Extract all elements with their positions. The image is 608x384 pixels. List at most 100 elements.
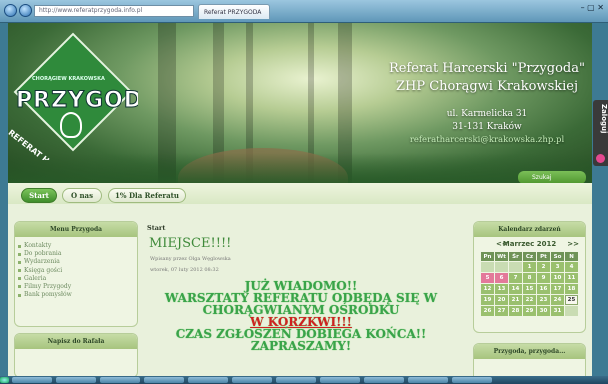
taskbar-item[interactable]: [100, 377, 140, 383]
nav-start[interactable]: Start: [21, 188, 57, 203]
calendar-next[interactable]: >>: [567, 237, 579, 251]
calendar-day[interactable]: 24: [551, 295, 564, 305]
post-author: Wpisany przez Olga Węglowska: [150, 256, 231, 262]
calendar-weekday: Wt: [495, 252, 508, 261]
taskbar-item[interactable]: [144, 377, 184, 383]
calendar-day[interactable]: 23: [537, 295, 550, 305]
calendar-day[interactable]: 30: [537, 306, 550, 316]
calendar-day[interactable]: 22: [523, 295, 536, 305]
back-icon[interactable]: [4, 4, 17, 17]
logo-wordmark: PRZYGODA: [16, 88, 139, 114]
post-title[interactable]: MIEJSCE!!!!: [149, 236, 231, 251]
taskbar-item[interactable]: [364, 377, 404, 383]
calendar-box-title: Kalendarz zdarzeń: [474, 222, 585, 237]
calendar-grid: Pn Wt Śr Cz Pt So N 1 2 3 4 5 6 7 8 9 10 11 12 13 14 15 16 17 1…: [480, 251, 579, 317]
calendar-weekday: Pt: [537, 252, 550, 261]
calendar-day[interactable]: 25: [565, 295, 578, 305]
calendar-day[interactable]: 14: [509, 284, 522, 294]
menu-list: Kontakty Do pobrania Wydarzenia Księga g…: [15, 237, 137, 299]
calendar-weekday: Śr: [509, 252, 522, 261]
calendar-day[interactable]: 27: [495, 306, 508, 316]
taskbar-item[interactable]: [452, 377, 492, 383]
start-orb-icon[interactable]: [0, 377, 9, 383]
calendar-empty: [481, 262, 494, 272]
calendar-weekday: So: [551, 252, 564, 261]
site-title: Referat Harcerski "Przygoda": [389, 61, 585, 76]
address-city: 31-131 Kraków: [452, 122, 522, 132]
login-tab[interactable]: Zaloguj: [593, 100, 608, 166]
menu-box: Menu Przygoda Kontakty Do pobrania Wydar…: [14, 221, 138, 327]
browser-tab[interactable]: Referat PRZYGODA: [198, 4, 270, 19]
menu-item-do-pobrania[interactable]: Do pobrania: [15, 250, 137, 258]
menu-item-galeria[interactable]: Galeria: [15, 275, 137, 283]
calendar-day[interactable]: 13: [495, 284, 508, 294]
contact-box-title: Napisz do Rafała: [15, 334, 137, 349]
forward-icon[interactable]: [19, 4, 32, 17]
calendar-weekday: Pn: [481, 252, 494, 261]
calendar-day[interactable]: 4: [565, 262, 578, 272]
calendar-day[interactable]: 10: [551, 273, 564, 283]
address-bar[interactable]: http://www.referatprzygoda.info.pl: [34, 5, 194, 17]
calendar-day[interactable]: 6: [495, 273, 508, 283]
taskbar-item[interactable]: [56, 377, 96, 383]
fleur-de-lis-icon: [60, 112, 82, 138]
calendar-weekday: Cz: [523, 252, 536, 261]
calendar-prev[interactable]: <<: [496, 237, 508, 251]
calendar-day[interactable]: 16: [537, 284, 550, 294]
calendar-day[interactable]: 18: [565, 284, 578, 294]
window-controls[interactable]: – ▢ ✕: [581, 3, 604, 12]
taskbar-item[interactable]: [232, 377, 272, 383]
calendar-day[interactable]: 20: [495, 295, 508, 305]
main-content: Start MIEJSCE!!!! Wpisany przez Olga Węg…: [142, 218, 460, 384]
taskbar: [0, 376, 608, 384]
menu-box-title: Menu Przygoda: [15, 222, 137, 237]
nav-o-nas[interactable]: O nas: [62, 188, 102, 203]
taskbar-item[interactable]: [12, 377, 52, 383]
taskbar-item[interactable]: [276, 377, 316, 383]
calendar-day[interactable]: 2: [537, 262, 550, 272]
taskbar-item[interactable]: [408, 377, 448, 383]
menu-item-wydarzenia[interactable]: Wydarzenia: [15, 258, 137, 266]
calendar-box: Kalendarz zdarzeń << Marrzec 2012 >> Pn W…: [473, 221, 586, 333]
calendar-day[interactable]: 21: [509, 295, 522, 305]
taskbar-item[interactable]: [188, 377, 228, 383]
calendar-month: Marrzec 2012: [502, 240, 557, 248]
calendar-day[interactable]: 19: [481, 295, 494, 305]
contact-email[interactable]: referatharcerski@krakowska.zhp.pl: [383, 135, 591, 145]
calendar-day[interactable]: 8: [523, 273, 536, 283]
menu-item-kontakty[interactable]: Kontakty: [15, 242, 137, 250]
calendar-empty: [565, 306, 578, 316]
adventure-box-title: Przygoda, przygoda...: [474, 344, 585, 359]
calendar-empty: [509, 262, 522, 272]
contact-box: Napisz do Rafała: [14, 333, 138, 378]
address-street: ul. Karmelicka 31: [446, 109, 528, 119]
menu-item-bank-pomyslow[interactable]: Bank pomysłów: [15, 291, 137, 299]
nav-1-procent[interactable]: 1% Dla Referatu: [108, 188, 186, 203]
taskbar-item[interactable]: [320, 377, 360, 383]
login-pin-icon: [596, 154, 605, 163]
calendar-day[interactable]: 7: [509, 273, 522, 283]
calendar-day[interactable]: 15: [523, 284, 536, 294]
calendar-day[interactable]: 5: [481, 273, 494, 283]
logo-arc-text: CHORĄGIEW KRAKOWSKA: [32, 76, 105, 82]
calendar-day[interactable]: 17: [551, 284, 564, 294]
calendar-weekday: N: [565, 252, 578, 261]
breadcrumb[interactable]: Start: [147, 224, 165, 232]
calendar-day[interactable]: 9: [537, 273, 550, 283]
announce-line: ZAPRASZAMY!: [250, 339, 352, 353]
calendar-day[interactable]: 26: [481, 306, 494, 316]
main-nav: Start O nas 1% Dla Referatu: [8, 183, 592, 204]
calendar-day[interactable]: 1: [523, 262, 536, 272]
site-logo[interactable]: CHORĄGIEW KRAKOWSKA PRZYGODA REFERAT HAR…: [8, 30, 138, 160]
site-subtitle: ZHP Chorągwi Krakowskiej: [395, 79, 579, 94]
calendar-day[interactable]: 28: [509, 306, 522, 316]
calendar-day[interactable]: 29: [523, 306, 536, 316]
post-date: wtorek, 07 luty 2012 08:32: [150, 267, 219, 273]
calendar-day[interactable]: 3: [551, 262, 564, 272]
calendar-empty: [495, 262, 508, 272]
menu-item-filmy[interactable]: Filmy Przygody: [15, 283, 137, 291]
calendar-day[interactable]: 31: [551, 306, 564, 316]
calendar-day[interactable]: 12: [481, 284, 494, 294]
calendar-day[interactable]: 11: [565, 273, 578, 283]
menu-item-ksiega-gosci[interactable]: Księga gości: [15, 267, 137, 275]
